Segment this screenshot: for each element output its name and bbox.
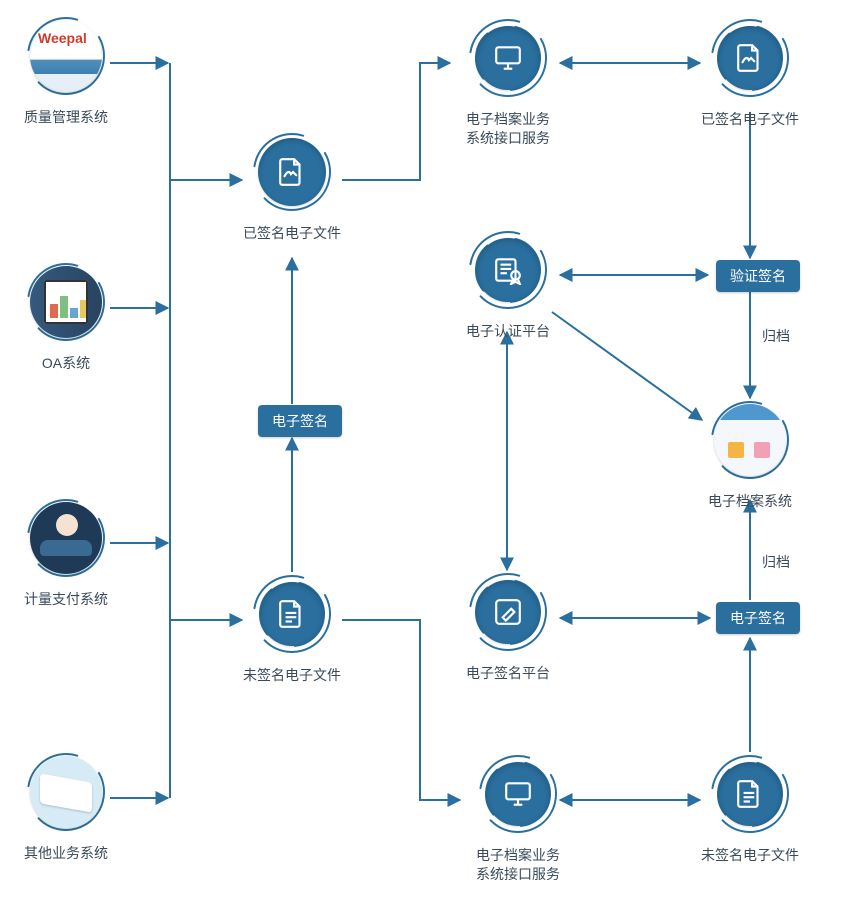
signed-label: 已签名电子文件 [232, 224, 352, 243]
unsigned2-file-icon [718, 762, 782, 826]
node-signed2: 已签名电子文件 [690, 14, 810, 129]
interface-top-label: 电子档案业务 系统接口服务 [448, 110, 568, 148]
signed2-label: 已签名电子文件 [690, 110, 810, 129]
other-label: 其他业务系统 [6, 844, 126, 863]
unsigned2-label: 未签名电子文件 [690, 846, 810, 865]
chip-esign-center: 电子签名 [258, 405, 342, 437]
arrow-unsigned-interface-bottom [342, 620, 460, 800]
archive-thumbnail-icon [714, 404, 786, 476]
quality-label: 质量管理系统 [6, 108, 126, 127]
monitor-icon [476, 26, 540, 90]
certificate-icon [476, 238, 540, 302]
node-interface-top: 电子档案业务 系统接口服务 [448, 14, 568, 148]
archive-label-1: 归档 [762, 326, 790, 346]
node-unsigned-file: 未签名电子文件 [232, 570, 352, 685]
node-measure-system: 计量支付系统 [6, 494, 126, 609]
signed-file-icon [258, 138, 326, 206]
archive-label: 电子档案系统 [690, 492, 810, 511]
weepal-thumbnail-icon [30, 20, 102, 92]
signed2-file-icon [718, 26, 782, 90]
oa-label: OA系统 [6, 354, 126, 373]
measure-label: 计量支付系统 [6, 590, 126, 609]
unsigned-file-icon [260, 582, 324, 646]
cert-platform-label: 电子认证平台 [448, 322, 568, 341]
monitor-icon-2 [486, 762, 550, 826]
node-quality-system: 质量管理系统 [6, 12, 126, 127]
node-signed-file: 已签名电子文件 [232, 128, 352, 243]
chip-esign-right: 电子签名 [716, 602, 800, 634]
node-oa-system: OA系统 [6, 258, 126, 373]
node-unsigned2: 未签名电子文件 [690, 750, 810, 865]
node-cert-platform: 电子认证平台 [448, 226, 568, 341]
measure-thumbnail-icon [30, 502, 102, 574]
pen-icon [476, 580, 540, 644]
node-interface-bottom: 电子档案业务 系统接口服务 [458, 750, 578, 884]
node-other-system: 其他业务系统 [6, 748, 126, 863]
other-thumbnail-icon [30, 756, 102, 828]
unsigned-label: 未签名电子文件 [232, 666, 352, 685]
node-esign-platform: 电子签名平台 [448, 568, 568, 683]
chip-verify: 验证签名 [716, 260, 800, 292]
arrow-signed-interface-top [342, 63, 450, 180]
oa-thumbnail-icon [30, 266, 102, 338]
archive-label-2: 归档 [762, 552, 790, 572]
esign-platform-label: 电子签名平台 [448, 664, 568, 683]
interface-bottom-label: 电子档案业务 系统接口服务 [458, 846, 578, 884]
node-archive-system: 电子档案系统 [690, 396, 810, 511]
arrow-cert-archive [552, 312, 702, 420]
